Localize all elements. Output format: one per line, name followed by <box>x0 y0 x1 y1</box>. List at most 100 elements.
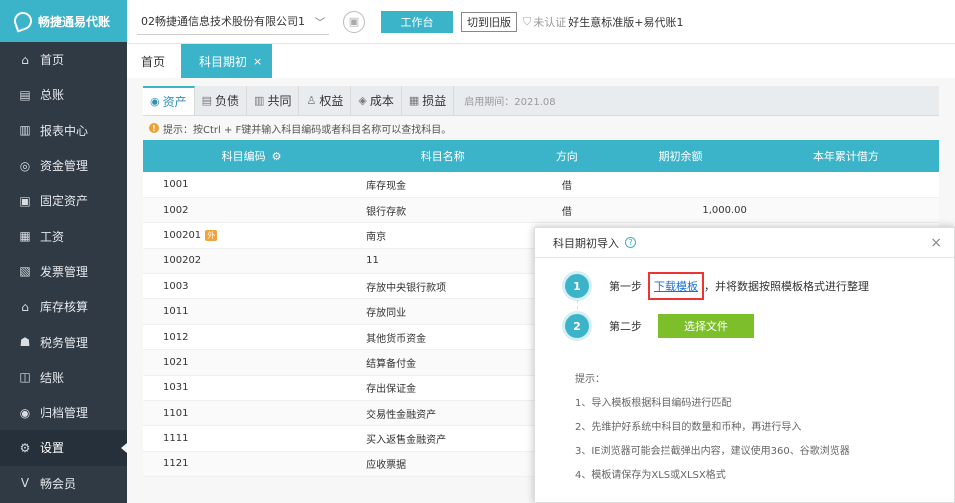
workbench-button[interactable]: 工作台 <box>381 10 453 33</box>
sidebar-item-label: 报表中心 <box>40 123 89 138</box>
cost-cat-icon: ◈ <box>358 94 367 107</box>
column-header: 方向 <box>525 140 609 172</box>
table-row[interactable]: 1002 银行存款借 1,000.00 <box>143 197 939 224</box>
salary-icon: ▦ <box>19 229 31 244</box>
account-code: 1121 <box>163 458 189 470</box>
logo-icon <box>11 9 35 33</box>
opening-balance-cell: 1,000.00 <box>608 197 753 224</box>
sidebar-nav: ⌂ 首页 ▤ 总账 ▥ 报表中心 ◎ 资金管理 ▣ 固定资产 ▦ 工资 ▧ 发票管理 ⌂ 库存核算 ☗ 税务管理 ◫… <box>0 42 127 501</box>
liability-cat-icon: ▤ <box>201 94 213 107</box>
step-number: 1 <box>565 274 589 298</box>
direction-cell: 借 <box>525 197 609 224</box>
table-header: 科目编码 ⚙ 科目名称 方向 期初余额 本年累计借方 <box>143 140 939 172</box>
step-two: 2 第二步 选择文件 <box>565 314 754 338</box>
category-tab[interactable]: ◈ 成本 <box>351 86 402 115</box>
company-select[interactable]: 02畅捷通信息技术股份有限公司1 ﹀ <box>137 9 329 35</box>
account-name-cell: 库存现金 <box>360 172 526 198</box>
category-tab[interactable]: ▦ 损益 <box>402 86 455 115</box>
ytd-debit-cell <box>752 197 939 224</box>
table-row[interactable]: 1001 库存现金借 <box>143 172 939 198</box>
account-code: 1111 <box>163 433 189 445</box>
step-label: 第一步 <box>609 280 642 293</box>
category-label: 权益 <box>319 94 344 108</box>
account-code-cell: 100201 外 <box>143 222 361 249</box>
sidebar-item-label: 税务管理 <box>40 335 89 350</box>
sidebar-item[interactable]: ◎ 资金管理 <box>0 148 127 183</box>
column-label: 科目编码 <box>221 150 266 163</box>
sidebar-item[interactable]: ◫ 结账 <box>0 360 127 395</box>
account-code: 1001 <box>163 178 189 190</box>
category-tab[interactable]: ▤ 负债 <box>195 86 248 115</box>
sidebar-item[interactable]: ☗ 税务管理 <box>0 324 127 359</box>
import-tips: 提示： 1、导入模板根据科目编码进行匹配 2、先维护好系统中科目的数量和币种，再进行… <box>575 368 850 488</box>
sidebar-item[interactable]: ▧ 发票管理 <box>0 254 127 289</box>
hint-text: 提示：按Ctrl + F键并输入科目编码或者科目名称可以查找科目。 <box>163 124 452 136</box>
settings-icon: ⚙ <box>19 440 31 455</box>
tip-item: 3、IE浏览器可能会拦截弹出内容，建议使用360、谷歌浏览器 <box>575 446 850 457</box>
category-tab[interactable]: ◉ 资产 <box>143 86 195 115</box>
help-icon[interactable]: ? <box>625 237 636 248</box>
column-header: 期初余额 <box>608 140 753 172</box>
account-code: 100202 <box>163 255 202 267</box>
sidebar-item-label: 结账 <box>40 370 65 385</box>
tip-item: 1、导入模板根据科目编码进行匹配 <box>575 398 732 409</box>
column-header: 本年累计借方 <box>752 140 939 172</box>
fund-icon: ◎ <box>19 158 31 173</box>
sidebar-item-label: 归档管理 <box>40 406 89 421</box>
step-one: 1 第一步 下载模板 ，并将数据按照模板格式进行整理 <box>565 272 869 300</box>
ytd-debit-cell <box>752 172 939 198</box>
switch-old-version-button[interactable]: 切到旧版 <box>461 11 517 32</box>
account-code-cell: 1012 <box>143 324 361 351</box>
sidebar-item[interactable]: V 畅会员 <box>0 466 127 501</box>
equity-cat-icon: ♙ <box>306 94 317 107</box>
account-code: 1021 <box>163 356 189 368</box>
sidebar-item[interactable]: ▦ 工资 <box>0 218 127 253</box>
step-connector <box>577 300 578 314</box>
account-code-cell: 100202 <box>143 248 361 275</box>
close-icon[interactable]: × <box>930 235 942 251</box>
calendar-icon[interactable]: ▣ <box>343 10 365 33</box>
logo-text: 畅捷通易代账 <box>38 14 111 29</box>
sidebar-item-label: 总账 <box>40 88 65 103</box>
dialog-header: 科目期初导入 ? × <box>535 228 954 258</box>
sidebar-item[interactable]: ▤ 总账 <box>0 77 127 112</box>
account-name-cell: 南京 <box>360 222 526 249</box>
sidebar-item[interactable]: ◉ 归档管理 <box>0 395 127 430</box>
certification-status[interactable]: ⛉ 未认证 <box>523 14 566 30</box>
account-name-cell: 11 <box>360 248 526 275</box>
page-tabs: 首页 科目期初 × <box>127 44 955 78</box>
cert-label: 未认证 <box>533 15 567 29</box>
company-name: 02畅捷通信息技术股份有限公司1 <box>141 15 305 28</box>
gear-icon[interactable]: ⚙ <box>272 150 282 163</box>
account-name-cell: 银行存款 <box>360 197 526 224</box>
tab-label: 科目期初 <box>199 54 248 69</box>
ledger-icon: ▤ <box>19 87 31 102</box>
account-name-cell: 结算备付金 <box>360 349 526 376</box>
chevron-down-icon: ﹀ <box>315 17 325 29</box>
account-name-cell: 买入返售金融资产 <box>360 425 526 452</box>
sidebar-item-label: 库存核算 <box>40 300 89 315</box>
sidebar-item[interactable]: ⚙ 设置 <box>0 430 127 466</box>
closing-icon: ◫ <box>19 370 31 385</box>
download-template-link[interactable]: 下载模板 <box>654 280 698 293</box>
sidebar-item[interactable]: ⌂ 库存核算 <box>0 289 127 324</box>
account-code-cell: 1031 <box>143 375 361 402</box>
sidebar-item[interactable]: ▣ 固定资产 <box>0 183 127 218</box>
sidebar-item-label: 资金管理 <box>40 159 89 174</box>
tab-account-opening[interactable]: 科目期初 × <box>181 44 273 78</box>
app-logo[interactable]: 畅捷通易代账 <box>0 0 127 42</box>
member-icon: V <box>20 476 30 491</box>
close-icon[interactable]: × <box>253 55 262 68</box>
account-code-cell: 1111 <box>143 425 361 452</box>
select-file-button[interactable]: 选择文件 <box>658 314 754 338</box>
account-code: 1002 <box>163 204 189 216</box>
sidebar-item[interactable]: ▥ 报表中心 <box>0 113 127 148</box>
category-tab[interactable]: ▥ 共同 <box>247 86 300 115</box>
sidebar-item[interactable]: ⌂ 首页 <box>0 42 127 77</box>
archive-icon: ◉ <box>19 405 31 420</box>
tab-home[interactable]: 首页 <box>127 44 179 78</box>
category-tab[interactable]: ♙ 权益 <box>299 86 352 115</box>
home-icon: ⌂ <box>21 52 29 67</box>
account-code-cell: 1003 <box>143 273 361 300</box>
step-label: 第二步 <box>609 320 642 333</box>
